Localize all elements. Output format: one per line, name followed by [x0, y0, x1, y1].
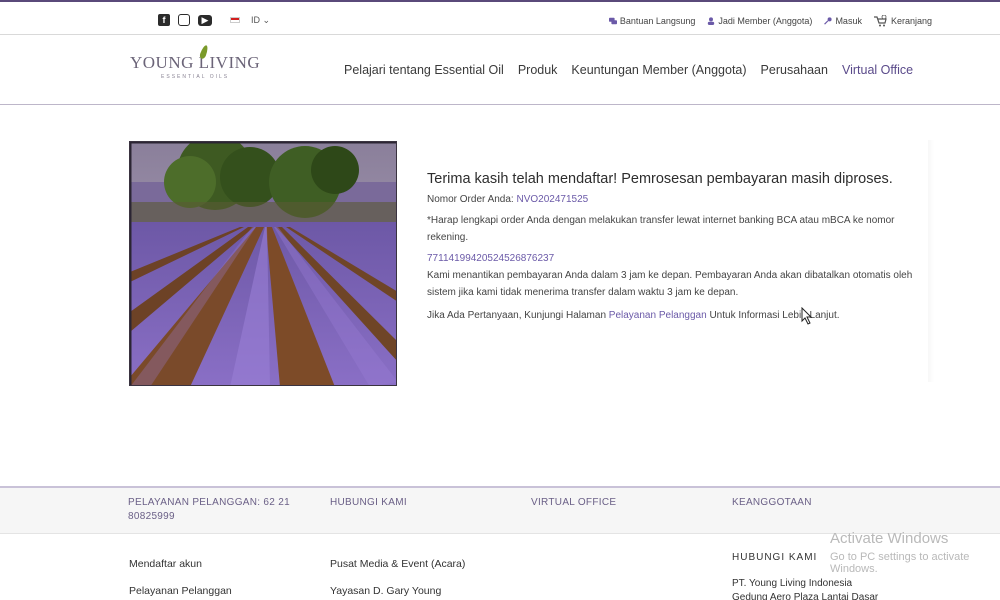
footer-company-address: Gedung Aero Plaza Lantai Dasar	[732, 592, 879, 600]
lavender-field-image	[129, 141, 397, 386]
order-number-line: Nomor Order Anda: NVO202471525	[427, 191, 927, 208]
user-icon	[708, 17, 715, 25]
main-header: YOUNG LIVING ESSENTIAL OILS Pelajari ten…	[0, 35, 1000, 105]
footer-customer-service-heading[interactable]: PELAYANAN PELANGGAN: 62 21 80825999	[128, 496, 298, 524]
order-number-value: NVO202471525	[516, 194, 589, 205]
logo-text: YOUNG LIVING	[130, 53, 261, 72]
facebook-icon[interactable]: f	[158, 14, 170, 26]
chat-icon	[608, 17, 617, 25]
instagram-icon[interactable]	[178, 14, 190, 26]
social-links: f ▶ ID ⌄	[158, 14, 270, 26]
order-confirmation-panel: Terima kasih telah mendaftar! Pemrosesan…	[128, 140, 933, 386]
key-icon	[824, 17, 833, 25]
confirmation-text: Terima kasih telah mendaftar! Pemrosesan…	[427, 171, 927, 324]
footer-virtual-office-heading[interactable]: VIRTUAL OFFICE	[531, 496, 616, 510]
live-help-label: Bantuan Langsung	[619, 16, 696, 26]
cart-link[interactable]: Keranjang	[873, 15, 932, 27]
customer-service-link[interactable]: Pelayanan Pelanggan	[609, 310, 707, 321]
transfer-instruction: *Harap lengkapi order Anda dengan melaku…	[427, 215, 895, 243]
main-nav: Pelajari tentang Essential Oil Produk Ke…	[344, 63, 913, 77]
question-prefix: Jika Ada Pertanyaan, Kunjungi Halaman	[427, 310, 607, 321]
nav-item-virtual-office[interactable]: Virtual Office	[842, 63, 913, 77]
logo-subtext: ESSENTIAL OILS	[161, 74, 230, 80]
panel-edge	[928, 140, 934, 382]
mouse-cursor-icon	[801, 307, 813, 325]
utility-links: Bantuan Langsung Jadi Member (Anggota) M…	[608, 15, 932, 27]
watermark-subtitle: Go to PC settings to activate Windows.	[830, 551, 970, 575]
footer-link-register[interactable]: Mendaftar akun	[129, 558, 202, 570]
nav-item-company[interactable]: Perusahaan	[761, 63, 828, 77]
order-number-label: Nomor Order Anda:	[427, 194, 514, 205]
youtube-icon[interactable]: ▶	[198, 14, 212, 26]
nav-item-learn-essential-oil[interactable]: Pelajari tentang Essential Oil	[344, 63, 504, 77]
footer-company-name: PT. Young Living Indonesia	[732, 578, 853, 589]
question-suffix: Untuk Informasi Lebih Lanjut.	[709, 310, 840, 321]
young-living-logo[interactable]: YOUNG LIVING ESSENTIAL OILS	[130, 44, 261, 80]
live-help-link[interactable]: Bantuan Langsung	[608, 16, 696, 26]
top-utility-bar: f ▶ ID ⌄ Bantuan Langsung Jadi Member (A…	[0, 0, 1000, 34]
footer-link-media-events[interactable]: Pusat Media & Event (Acara)	[330, 558, 465, 570]
become-member-link[interactable]: Jadi Member (Anggota)	[707, 16, 812, 26]
language-selector[interactable]: ID ⌄	[251, 15, 270, 26]
nav-item-products[interactable]: Produk	[518, 63, 558, 77]
cart-icon	[873, 15, 887, 27]
footer-contact-heading[interactable]: HUBUNGI KAMI	[330, 496, 407, 510]
confirmation-headline: Terima kasih telah mendaftar! Pemrosesan…	[427, 171, 893, 187]
indonesia-flag-icon[interactable]	[230, 17, 240, 23]
language-label: ID	[251, 14, 260, 25]
nav-item-member-benefits[interactable]: Keuntungan Member (Anggota)	[571, 63, 746, 77]
payment-wait-notice: Kami menantikan pembayaran Anda dalam 3 …	[427, 270, 913, 298]
footer-link-gary-young-foundation[interactable]: Yayasan D. Gary Young	[330, 585, 441, 597]
cart-label: Keranjang	[890, 16, 932, 26]
become-member-label: Jadi Member (Anggota)	[718, 16, 813, 26]
login-link[interactable]: Masuk	[824, 16, 862, 26]
customer-service-line: Jika Ada Pertanyaan, Kunjungi Halaman Pe…	[427, 307, 927, 324]
footer-membership-heading[interactable]: KEANGGOTAAN	[732, 496, 812, 510]
footer-link-customer-service[interactable]: Pelayanan Pelanggan	[129, 585, 232, 597]
account-number: 77114199420524526876237	[427, 253, 555, 264]
login-label: Masuk	[835, 16, 862, 26]
watermark-title: Activate Windows	[830, 530, 949, 547]
footer-contact-us-heading: HUBUNGI KAMI	[732, 552, 818, 563]
windows-activation-watermark: Activate Windows Go to PC settings to ac…	[830, 530, 1000, 575]
